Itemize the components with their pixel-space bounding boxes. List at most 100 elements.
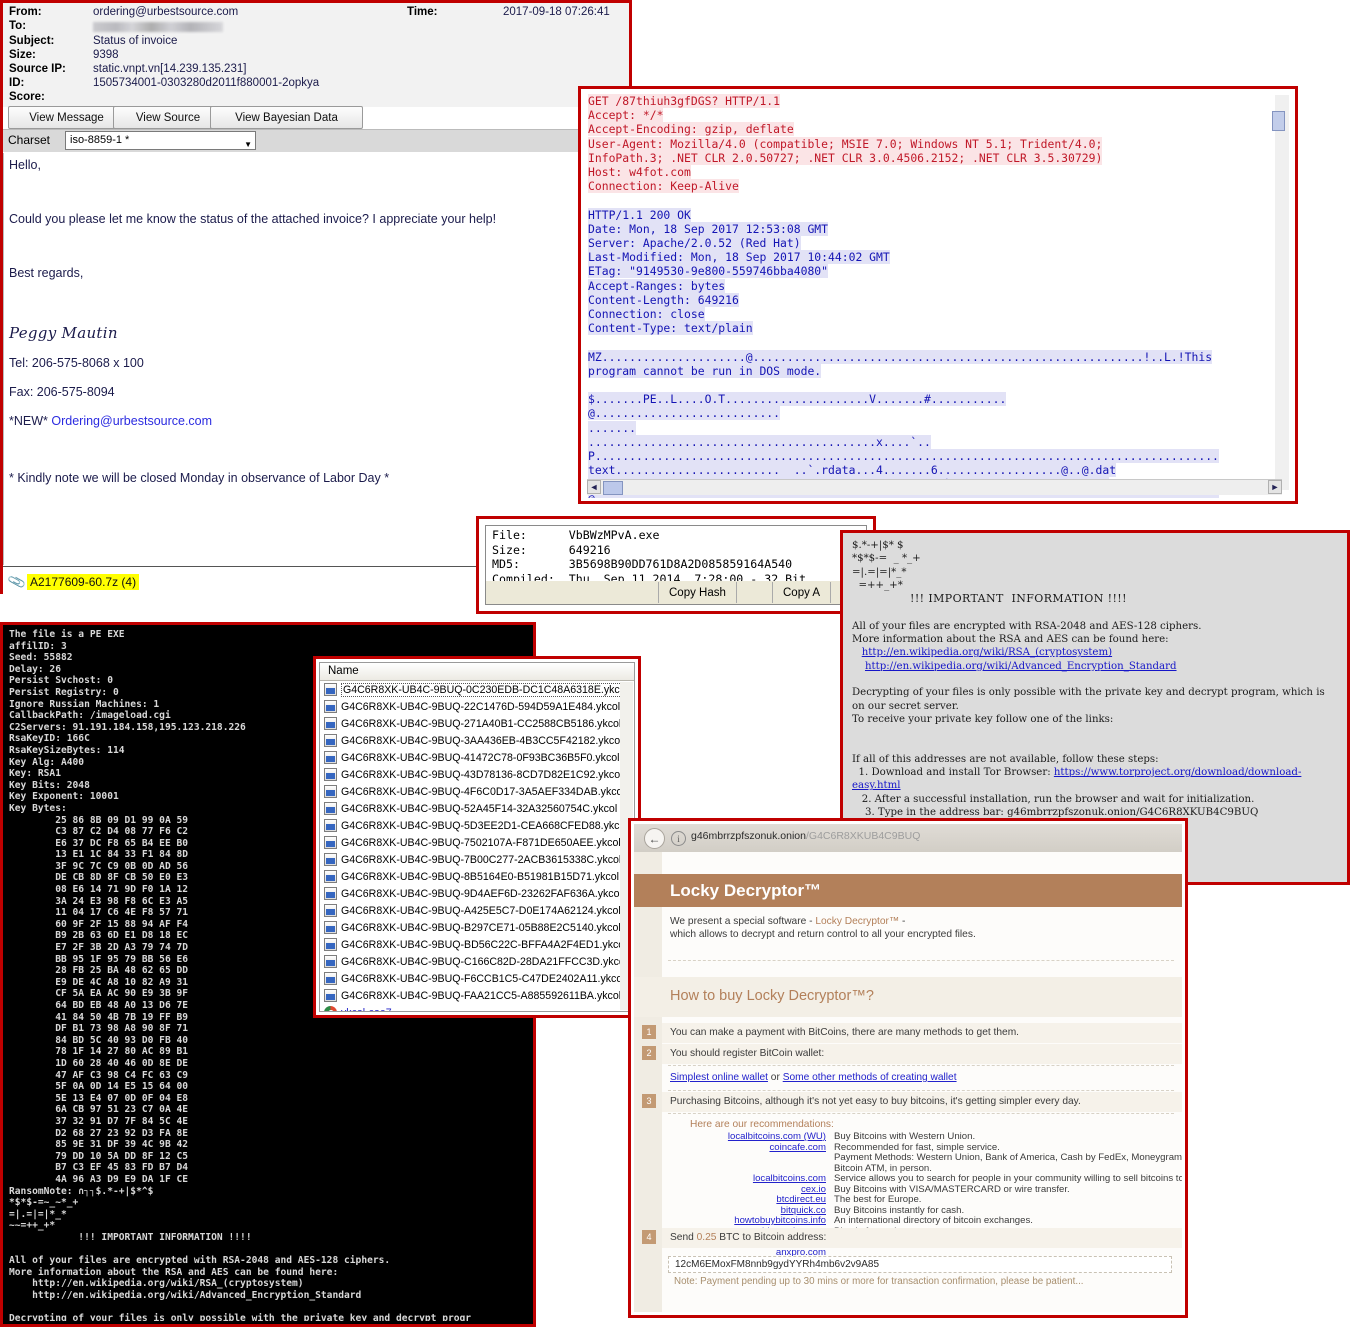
recommendation-site-link[interactable]: coincafe.com [634, 1142, 826, 1153]
recommendation-site-link[interactable]: howtobuybitcoins.info [634, 1215, 826, 1226]
list-item[interactable]: G4C6R8XK-UB4C-9BUQ-FAA21CC5-A885592611BA… [320, 987, 634, 1004]
intro-line-1: We present a special software - Locky De… [670, 916, 905, 927]
list-item[interactable]: G4C6R8XK-UB4C-9BUQ-7B00C277-2ACB3615338C… [320, 851, 634, 868]
recommendation-site-link[interactable]: bitquick.co [634, 1205, 826, 1216]
file-name: G4C6R8XK-UB4C-9BUQ-52A45F14-32A32560754C… [341, 802, 618, 815]
simplest-online-wallet-link[interactable]: Simplest online wallet [670, 1072, 768, 1083]
recommendation-site-link[interactable]: btcdirect.eu [634, 1194, 826, 1205]
step-2-text: You should register BitCoin wallet: [670, 1048, 825, 1059]
email-viewer-panel: From: ordering@urbestsource.com To: Subj… [0, 0, 636, 598]
list-item[interactable]: G4C6R8XK-UB4C-9BUQ-BD56C22C-BFFA4A2F4ED1… [320, 936, 634, 953]
info-icon[interactable]: i [671, 831, 686, 846]
list-item[interactable]: G4C6R8XK-UB4C-9BUQ-8B5164E0-B51981B15D71… [320, 868, 634, 885]
list-item[interactable]: G4C6R8XK-UB4C-9BUQ-22C1476D-594D59A1E484… [320, 698, 634, 715]
divider-4 [668, 1113, 1174, 1114]
http-response-text: HTTP/1.1 200 OK Date: Mon, 18 Sep 2017 1… [588, 207, 890, 336]
ransom-note-step2: 2. After a successful installation, run … [861, 793, 1255, 805]
file-info-button-bar: Copy Hash Copy A [485, 581, 867, 605]
page-title-banner: Locky Decryptor™ [634, 874, 1182, 907]
email-ordering-link[interactable]: Ordering@urbestsource.com [51, 414, 212, 428]
http-horizontal-scrollbar[interactable]: ◄ ► [587, 479, 1282, 495]
list-item[interactable]: G4C6R8XK-UB4C-9BUQ-41472C78-0F93BC36B5F0… [320, 749, 634, 766]
column-header-name[interactable]: Name [320, 663, 634, 681]
scroll-right-icon[interactable]: ► [1268, 480, 1282, 494]
recommendation-site-link[interactable]: cex.io [634, 1184, 826, 1195]
file-info-text: File: VbBWzMPvA.exe Size: 649216 MD5: 3B… [492, 528, 807, 586]
view-source-button[interactable]: View Source [113, 106, 223, 129]
ransom-note-para1: All of your files are encrypted with RSA… [852, 620, 1202, 632]
http-vertical-scrollbar[interactable] [1272, 95, 1289, 490]
recommendation-description: Buy Bitcoins with VISA/MASTERCARD or wir… [834, 1183, 1070, 1195]
email-signature-name: Peggy Mautin [9, 324, 118, 342]
list-item[interactable]: G4C6R8XK-UB4C-9BUQ-4F6C0D17-3A5AEF334DAB… [320, 783, 634, 800]
list-item[interactable]: G4C6R8XK-UB4C-9BUQ-B297CE71-05B88E2C5140… [320, 919, 634, 936]
recommendation-description: The best for Europe. [834, 1194, 922, 1205]
encrypted-file-icon [324, 751, 337, 764]
email-body: Hello, Could you please let me know the … [3, 153, 636, 565]
bitcoin-address-box[interactable]: 12cM6EMoxFM8nnb9gydYYRh4mb6v2v9A85 [668, 1256, 1172, 1273]
charset-select[interactable]: iso-8859-1 * ▼ [65, 131, 256, 150]
list-item[interactable]: G4C6R8XK-UB4C-9BUQ-5D3EE2D1-CEA668CFED88… [320, 817, 634, 834]
recommendation-site-link[interactable]: localbitcoins.com (WU) [634, 1131, 826, 1142]
encrypted-file-icon [324, 853, 337, 866]
list-item[interactable]: G4C6R8XK-UB4C-9BUQ-A425E5C7-D0E174A62124… [320, 902, 634, 919]
list-item[interactable]: G4C6R8XK-UB4C-9BUQ-52A45F14-32A32560754C… [320, 800, 634, 817]
list-item[interactable]: G4C6R8XK-UB4C-9BUQ-43D78136-8CD7D82E1C92… [320, 766, 634, 783]
encrypted-file-icon [324, 819, 337, 832]
header-label-id: ID: [9, 77, 25, 89]
divider-1 [668, 960, 1174, 961]
header-value-from: ordering@urbestsource.com [93, 6, 239, 18]
step-number-2: 2 [642, 1046, 656, 1060]
how-to-buy-heading: How to buy Locky Decryptor™? [670, 988, 874, 1004]
list-item[interactable]: G4C6R8XK-UB4C-9BUQ-F6CCB1C5-C47DE2402A11… [320, 970, 634, 987]
browser-page-content: Locky Decryptor™ We present a special so… [634, 852, 1182, 1312]
intro-suffix: - [899, 916, 906, 927]
list-item[interactable]: G4C6R8XK-UB4C-9BUQ-C166C82D-28DA21FFCC3D… [320, 953, 634, 970]
intro-prefix: We present a special software - [670, 916, 816, 927]
file-name: G4C6R8XK-UB4C-9BUQ-C166C82D-28DA21FFCC3D… [341, 955, 628, 968]
step-number-3: 3 [642, 1094, 656, 1108]
list-item[interactable]: ykcol-cae7 [320, 1004, 634, 1011]
header-value-source-ip: static.vnpt.vn[14.239.135.231] [93, 63, 247, 75]
http-vertical-scroll-thumb[interactable] [1272, 111, 1285, 131]
scroll-left-icon[interactable]: ◄ [587, 480, 601, 494]
list-item[interactable]: G4C6R8XK-UB4C-9BUQ-0C230EDB-DC1C48A6318E… [320, 681, 634, 698]
list-item[interactable]: G4C6R8XK-UB4C-9BUQ-271A40B1-CC2588CB5186… [320, 715, 634, 732]
header-label-time: Time: [407, 6, 438, 18]
recommendation-description: Recommended for fast, simple service. [834, 1141, 1000, 1153]
other-wallet-methods-link[interactable]: Some other methods of creating wallet [783, 1072, 957, 1083]
view-bayesian-data-button[interactable]: View Bayesian Data [210, 106, 363, 129]
charset-label: Charset [8, 133, 51, 147]
charset-select-value: iso-8859-1 * [70, 134, 130, 146]
attachment-name[interactable]: A2177609-60.7z (4) [27, 574, 140, 590]
paperclip-icon: 📎 [6, 571, 28, 592]
step-1-text: You can make a payment with BitCoins, th… [670, 1027, 1020, 1038]
encrypted-file-icon [324, 938, 337, 951]
encrypted-file-icon [324, 802, 337, 815]
ransom-note-aes-wiki-link[interactable]: http://en.wikipedia.org/wiki/Advanced_En… [865, 661, 1177, 672]
bitcoin-payment-note: Note: Payment pending up to 30 mins or m… [674, 1276, 1084, 1287]
header-value-size: 9398 [93, 49, 119, 61]
horizontal-scroll-thumb[interactable] [603, 481, 623, 495]
recommendation-description: Service allows you to search for people … [834, 1173, 1182, 1184]
list-item[interactable]: G4C6R8XK-UB4C-9BUQ-3AA436EB-4B3CC5F42182… [320, 732, 634, 749]
back-arrow-icon[interactable]: ← [644, 828, 665, 849]
recommendation-site-link[interactable]: localbitcoins.com [634, 1173, 826, 1184]
file-name: G4C6R8XK-UB4C-9BUQ-5D3EE2D1-CEA668CFED88… [341, 819, 628, 832]
header-label-from: From: [9, 6, 42, 18]
copy-hash-button[interactable]: Copy Hash [658, 582, 737, 603]
ransom-note-rsa-wiki-link[interactable]: http://en.wikipedia.org/wiki/RSA_(crypto… [862, 647, 1112, 658]
list-item[interactable]: G4C6R8XK-UB4C-9BUQ-9D4AEF6D-23262FAF636A… [320, 885, 634, 902]
file-name: G4C6R8XK-UB4C-9BUQ-BD56C22C-BFFA4A2F4ED1… [341, 938, 627, 951]
address-bar[interactable]: g46mbrrzpfszonuk.onion/G4C6R8XKUB4C9BUQ [691, 830, 920, 842]
file-name: G4C6R8XK-UB4C-9BUQ-4F6C0D17-3A5AEF334DAB… [341, 785, 625, 798]
list-item[interactable]: G4C6R8XK-UB4C-9BUQ-7502107A-F871DE650AEE… [320, 834, 634, 851]
encrypted-file-icon [324, 955, 337, 968]
view-message-button[interactable]: View Message [8, 106, 125, 129]
email-greeting: Hello, [9, 158, 41, 172]
copy-all-button[interactable]: Copy A [772, 582, 832, 603]
header-label-subject: Subject: [9, 35, 55, 47]
email-tel: Tel: 206-575-8068 x 100 [9, 356, 144, 370]
ransom-note-step1-prefix: 1. Download and install Tor Browser: [858, 767, 1054, 779]
email-new-prefix: *NEW* [9, 414, 52, 428]
